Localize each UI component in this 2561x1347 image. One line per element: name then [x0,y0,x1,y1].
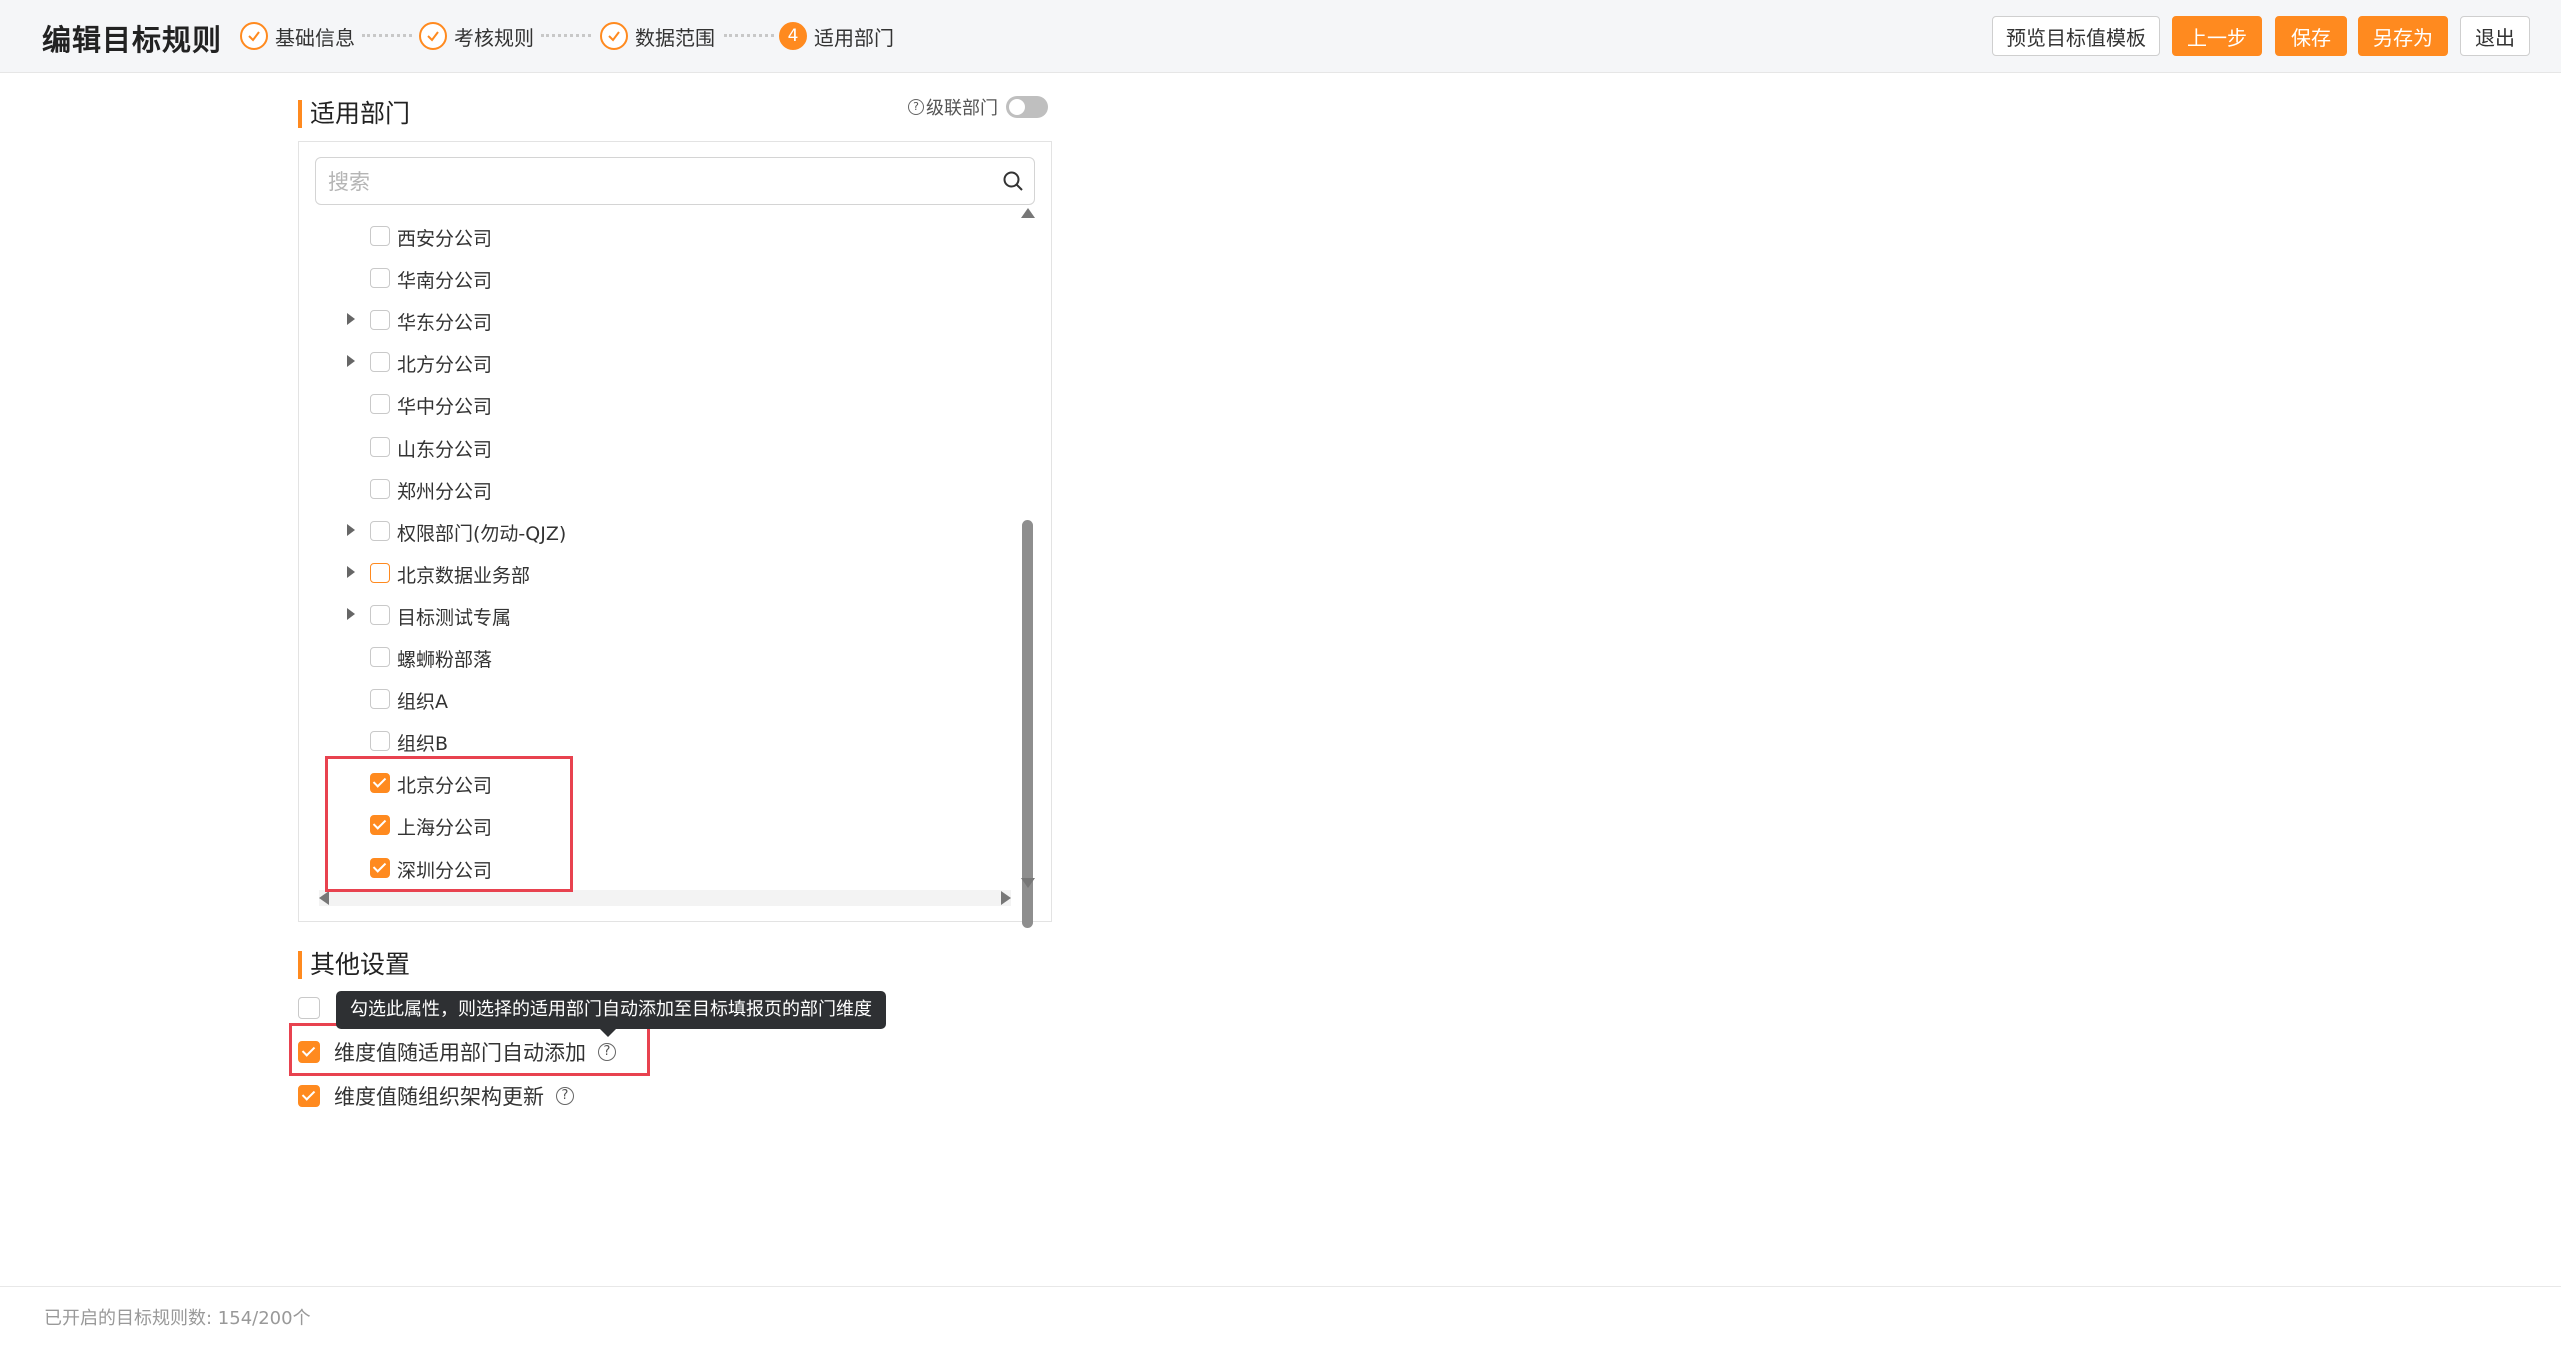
node-checkbox[interactable] [370,394,390,415]
node-checkbox[interactable] [370,604,390,625]
tree-node[interactable]: 组织A [299,678,999,720]
rule-count-status: 已开启的目标规则数: 154/200个 [44,1308,311,1329]
highlight-auto-add-option [289,1023,650,1076]
option-checkbox[interactable] [298,997,320,1019]
tree-node[interactable]: 北方分公司 [299,341,999,383]
departments-section-title: 适用部门 [298,100,410,128]
help-icon[interactable]: ? [908,99,924,115]
node-label: 权限部门(勿动-QJZ) [397,522,567,545]
expand-caret-icon[interactable] [347,523,355,536]
tree-node[interactable]: 北京数据业务部 [299,552,999,594]
node-label: 郑州分公司 [397,480,493,503]
tree-node[interactable]: 权限部门(勿动-QJZ) [299,510,999,552]
tree-node[interactable]: 华东分公司 [299,299,999,341]
node-label: 北京数据业务部 [397,564,531,587]
tree-node[interactable]: 华南分公司 [299,257,999,299]
node-label: 组织A [397,691,448,714]
step-applicable-departments[interactable]: 4 适用部门 [779,19,894,53]
node-checkbox[interactable] [370,689,390,710]
step-label: 适用部门 [814,25,894,50]
node-label: 华东分公司 [397,312,493,335]
expand-caret-icon[interactable] [347,355,355,368]
tree-node[interactable]: 螺蛳粉部落 [299,636,999,678]
footer-divider [0,1286,2561,1287]
expand-caret-icon[interactable] [347,313,355,326]
node-checkbox[interactable] [370,520,390,541]
tree-node[interactable]: 山东分公司 [299,426,999,468]
step-label: 考核规则 [454,25,534,50]
option-label: 维度值随组织架构更新 [334,1085,544,1109]
step-connector [541,34,591,37]
search-box[interactable] [315,157,1035,205]
step-connector [724,34,774,37]
toggle-knob [1009,99,1025,115]
scroll-up-arrow[interactable] [1021,208,1035,218]
page-header: 编辑目标规则 基础信息 考核规则 数据范围 4 适用部门 预览目标值模板 上一步… [0,0,2561,73]
scroll-left-arrow[interactable] [319,891,329,905]
node-checkbox[interactable] [370,352,390,373]
node-checkbox[interactable] [370,436,390,457]
node-label: 螺蛳粉部落 [397,649,493,671]
expand-caret-icon[interactable] [347,565,355,578]
save-button[interactable]: 保存 [2275,16,2347,56]
step-label: 基础信息 [275,25,355,50]
node-checkbox[interactable] [370,647,390,667]
page-title: 编辑目标规则 [42,23,223,57]
node-label: 西安分公司 [397,228,493,250]
scroll-down-arrow[interactable] [1021,878,1035,888]
node-checkbox[interactable] [370,562,390,583]
tooltip-arrow [600,1029,616,1037]
node-checkbox[interactable] [370,731,390,752]
node-label: 北方分公司 [397,354,493,377]
search-icon[interactable] [1002,170,1024,192]
horizontal-scrollbar[interactable] [319,890,1011,906]
prev-step-button[interactable]: 上一步 [2172,16,2262,56]
option-row[interactable] [298,993,334,1023]
node-checkbox[interactable] [370,226,390,246]
step-data-scope[interactable]: 数据范围 [600,19,715,53]
scroll-thumb[interactable] [1022,520,1033,928]
tree-node[interactable]: 西安分公司 [299,215,999,257]
option-row-update-with-org[interactable]: 维度值随组织架构更新 ? [298,1081,574,1111]
option-checkbox[interactable] [298,1085,320,1107]
preview-template-button[interactable]: 预览目标值模板 [1992,16,2160,56]
expand-caret-icon[interactable] [347,607,355,620]
node-label: 组织B [397,733,449,756]
check-icon [240,22,268,50]
node-checkbox[interactable] [370,478,390,499]
tree-node[interactable]: 目标测试专属 [299,594,999,636]
vertical-scrollbar[interactable] [1019,208,1035,928]
tree-node[interactable]: 郑州分公司 [299,468,999,510]
cascade-toggle[interactable] [1006,96,1048,118]
help-icon[interactable]: ? [556,1087,574,1105]
highlight-selected-departments [325,756,573,892]
search-input[interactable] [326,164,970,200]
node-label: 华南分公司 [397,270,493,293]
step-number-badge: 4 [779,22,807,50]
node-label: 目标测试专属 [397,606,512,629]
save-as-button[interactable]: 另存为 [2358,16,2448,56]
cascade-departments-control: ? 级联部门 [908,94,1048,120]
exit-button[interactable]: 退出 [2460,16,2530,56]
tree-node[interactable]: 华中分公司 [299,383,999,425]
step-review-rules[interactable]: 考核规则 [419,19,534,53]
step-connector [362,34,412,37]
other-settings-title: 其他设置 [298,951,410,979]
step-label: 数据范围 [635,25,715,50]
scroll-right-arrow[interactable] [1001,891,1011,905]
node-label: 华中分公司 [397,396,493,419]
check-icon [419,22,447,50]
node-checkbox[interactable] [370,268,390,289]
cascade-label: 级联部门 [926,98,998,119]
node-label: 山东分公司 [397,438,493,461]
step-basic-info[interactable]: 基础信息 [240,19,355,53]
check-icon [600,22,628,50]
node-checkbox[interactable] [370,310,390,331]
tooltip: 勾选此属性，则选择的适用部门自动添加至目标填报页的部门维度 [336,991,886,1029]
